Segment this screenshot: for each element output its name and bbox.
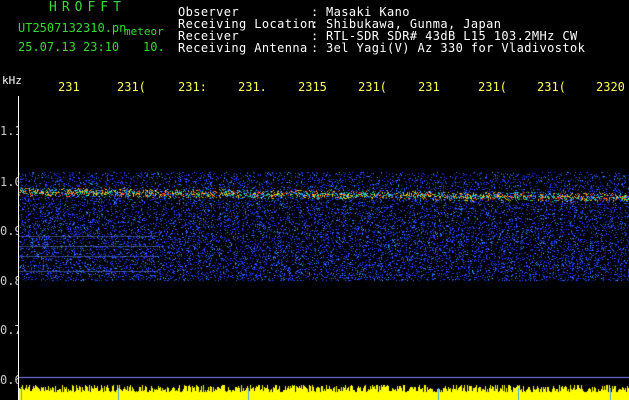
info-value-antenna: 3el Yagi(V) Az 330 for Vladivostok	[326, 41, 586, 55]
y-unit-label: kHz	[2, 74, 22, 87]
x-tick-2: 231:	[178, 80, 207, 94]
spectrogram-plot	[18, 96, 629, 400]
info-label-antenna: Receiving Antenna	[178, 41, 308, 55]
y-axis-line	[18, 96, 19, 400]
x-tick-8: 231(	[537, 80, 566, 94]
x-tick-9: 2320	[596, 80, 625, 94]
x-tick-5: 231(	[358, 80, 387, 94]
file-name: UT2507132310.pn	[18, 21, 127, 35]
count: 10.	[143, 40, 165, 54]
file-suffix: meteor	[124, 25, 164, 38]
date-time: 25.07.13 23:10	[18, 40, 120, 54]
x-tick-4: 2315	[298, 80, 327, 94]
x-tick-3: 231.	[238, 80, 267, 94]
x-tick-7: 231(	[478, 80, 507, 94]
x-tick-6: 231	[418, 80, 440, 94]
app-title: HROFFT	[49, 0, 126, 15]
info-separator: :	[311, 41, 319, 55]
x-tick-0: 231	[58, 80, 80, 94]
x-tick-1: 231(	[117, 80, 146, 94]
